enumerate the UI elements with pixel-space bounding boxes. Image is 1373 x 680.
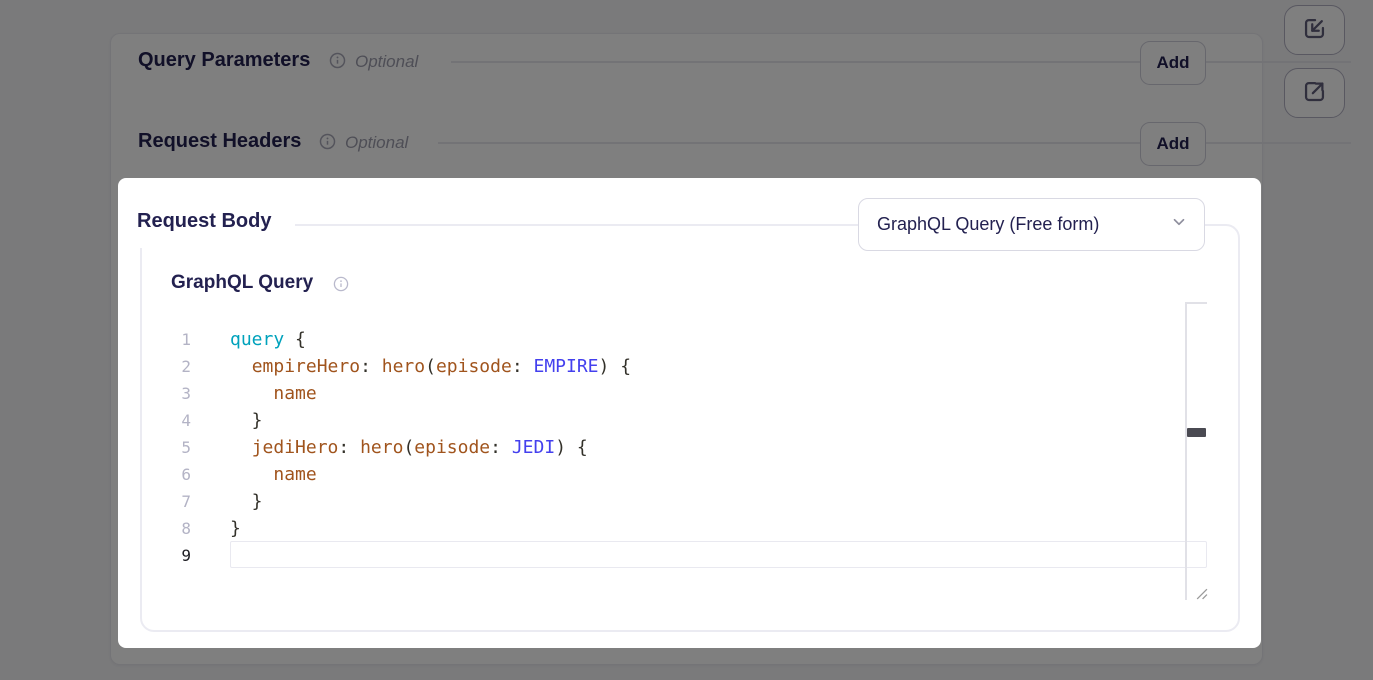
app-window: Query Parameters Optional Add Request He… (0, 0, 1373, 680)
optional-label: Optional (355, 50, 418, 74)
info-icon[interactable] (329, 52, 346, 69)
graphql-query-label: GraphQL Query (171, 272, 313, 294)
request-body-title-text: Request Body (137, 210, 271, 232)
code-line[interactable]: jediHero: hero(episode: JEDI) { (230, 434, 631, 461)
add-request-header-button[interactable]: Add (1140, 122, 1206, 166)
resize-handle-icon[interactable] (1195, 587, 1208, 605)
line-number: 2 (150, 353, 191, 380)
info-icon[interactable] (333, 276, 350, 293)
body-type-selected-value: GraphQL Query (Free form) (877, 214, 1099, 235)
external-link-icon (1301, 78, 1328, 108)
body-type-select[interactable]: GraphQL Query (Free form) (858, 198, 1205, 251)
line-number: 4 (150, 407, 191, 434)
line-number: 1 (150, 326, 191, 353)
inline-edit-button[interactable] (1284, 5, 1345, 55)
divider (438, 142, 1351, 144)
code-line[interactable]: } (230, 407, 631, 434)
add-query-parameter-button[interactable]: Add (1140, 41, 1206, 85)
open-external-button[interactable] (1284, 68, 1345, 118)
code-line[interactable] (230, 542, 631, 569)
line-number: 6 (150, 461, 191, 488)
line-number: 5 (150, 434, 191, 461)
editor-scrollbar-track (1185, 302, 1187, 600)
divider (451, 61, 1351, 63)
code-line[interactable]: empireHero: hero(episode: EMPIRE) { (230, 353, 631, 380)
graphql-code-editor[interactable]: query { empireHero: hero(episode: EMPIRE… (230, 326, 631, 569)
request-headers-title: Request Headers (138, 129, 301, 153)
line-number: 9 (150, 542, 191, 569)
chevron-down-icon (1170, 213, 1188, 236)
line-number: 8 (150, 515, 191, 542)
line-number: 7 (150, 488, 191, 515)
query-parameters-title: Query Parameters (138, 48, 310, 72)
editor-scrollbar-track-top (1185, 302, 1207, 304)
code-line[interactable]: name (230, 380, 631, 407)
editor-scrollbar-thumb[interactable] (1187, 428, 1206, 437)
code-line[interactable]: query { (230, 326, 631, 353)
arrow-into-box-icon (1301, 15, 1328, 45)
code-line[interactable]: name (230, 461, 631, 488)
line-number-gutter: 123456789 (150, 326, 191, 569)
optional-label: Optional (345, 131, 408, 155)
line-number: 3 (150, 380, 191, 407)
info-icon[interactable] (319, 133, 336, 150)
request-body-title: Request Body (126, 200, 295, 248)
code-line[interactable]: } (230, 488, 631, 515)
code-line[interactable]: } (230, 515, 631, 542)
